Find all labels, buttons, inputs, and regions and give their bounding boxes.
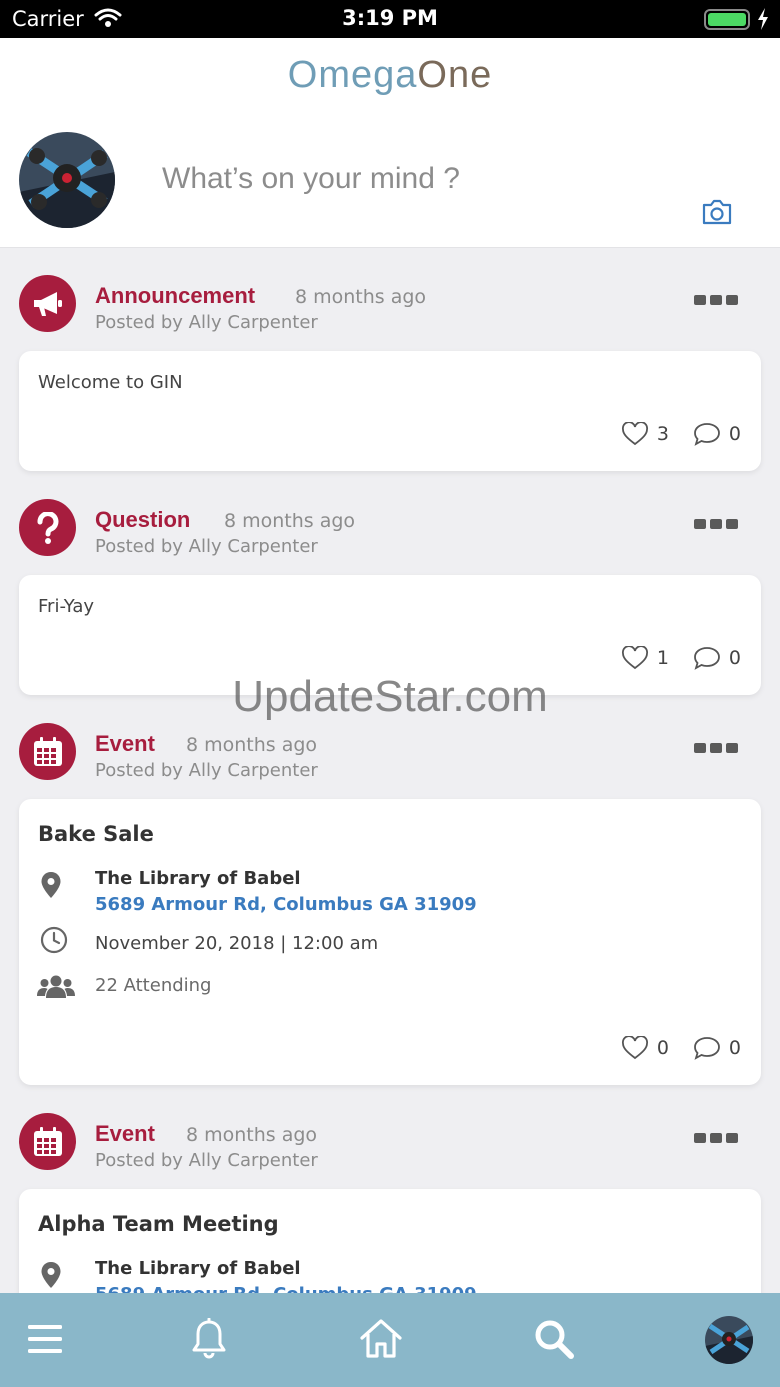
profile-avatar[interactable] xyxy=(705,1316,753,1364)
post-author: Posted by Ally Carpenter xyxy=(95,536,318,557)
clock: 3:19 PM xyxy=(342,6,438,30)
megaphone-icon xyxy=(19,275,76,332)
event-address-link[interactable]: 5689 Armour Rd, Columbus GA 31909 xyxy=(95,1284,477,1293)
location-pin-icon xyxy=(41,872,61,898)
more-options-icon[interactable] xyxy=(694,1133,738,1143)
heart-icon[interactable] xyxy=(621,1036,649,1060)
more-options-icon[interactable] xyxy=(694,295,738,305)
comment-count: 0 xyxy=(728,423,741,445)
like-count: 3 xyxy=(656,423,669,445)
event-venue: The Library of Babel xyxy=(95,868,301,889)
comment-icon[interactable] xyxy=(693,646,721,670)
event-title: Alpha Team Meeting xyxy=(38,1212,279,1236)
app-logo: OmegaOne xyxy=(287,54,493,96)
clock-icon xyxy=(40,926,68,954)
calendar-icon xyxy=(19,723,76,780)
post-header: Event 8 months ago Posted by Ally Carpen… xyxy=(0,1113,780,1193)
camera-icon[interactable] xyxy=(701,198,733,226)
event-address-link[interactable]: 5689 Armour Rd, Columbus GA 31909 xyxy=(95,894,477,915)
post-category: Question xyxy=(95,507,191,532)
bell-icon[interactable] xyxy=(190,1318,228,1360)
charging-icon xyxy=(758,8,768,30)
comment-icon[interactable] xyxy=(693,422,721,446)
like-count: 0 xyxy=(656,1037,669,1059)
post-time: 8 months ago xyxy=(186,734,318,756)
comment-icon[interactable] xyxy=(693,1036,721,1060)
heart-icon[interactable] xyxy=(621,422,649,446)
composer-input[interactable]: What’s on your mind ? xyxy=(162,162,460,196)
post-header: Announcement 8 months ago Posted by Ally… xyxy=(0,275,780,355)
location-pin-icon xyxy=(41,1262,61,1288)
post-body: Welcome to GIN xyxy=(38,372,183,393)
event-card[interactable]: Bake Sale The Library of Babel 5689 Armo… xyxy=(19,799,761,1085)
tab-bar xyxy=(0,1293,780,1387)
post-reactions: 3 0 xyxy=(621,422,741,446)
post-category: Announcement xyxy=(95,283,256,308)
post-card[interactable]: Welcome to GIN 3 0 xyxy=(19,351,761,471)
status-bar: Carrier 3:19 PM xyxy=(0,0,780,38)
attendees-icon xyxy=(37,975,75,998)
post-header: Question 8 months ago Posted by Ally Car… xyxy=(0,499,780,579)
comment-count: 0 xyxy=(728,1037,741,1059)
user-avatar[interactable] xyxy=(19,132,115,228)
event-attending: 22 Attending xyxy=(95,975,212,996)
post-header: Event 8 months ago Posted by Ally Carpen… xyxy=(0,723,780,803)
post-author: Posted by Ally Carpenter xyxy=(95,760,318,781)
post-time: 8 months ago xyxy=(224,510,356,532)
home-icon[interactable] xyxy=(359,1317,403,1359)
post-reactions: 0 0 xyxy=(621,1036,741,1060)
post-category: Event xyxy=(95,1121,155,1146)
event-venue: The Library of Babel xyxy=(95,1258,301,1279)
post-body: Fri-Yay xyxy=(38,596,95,617)
calendar-icon xyxy=(19,1113,76,1170)
heart-icon[interactable] xyxy=(621,646,649,670)
post-reactions: 1 0 xyxy=(621,646,741,670)
post-category: Event xyxy=(95,731,155,756)
like-count: 1 xyxy=(656,647,669,669)
search-icon[interactable] xyxy=(533,1318,575,1360)
menu-icon[interactable] xyxy=(27,1323,63,1355)
post-author: Posted by Ally Carpenter xyxy=(95,312,318,333)
event-datetime: November 20, 2018 | 12:00 am xyxy=(95,933,379,954)
battery-icon xyxy=(704,9,750,30)
feed: Announcement 8 months ago Posted by Ally… xyxy=(0,249,780,1293)
post-time: 8 months ago xyxy=(186,1124,318,1146)
more-options-icon[interactable] xyxy=(694,743,738,753)
question-icon xyxy=(19,499,76,556)
event-title: Bake Sale xyxy=(38,822,154,846)
post-time: 8 months ago xyxy=(295,286,427,308)
watermark: UpdateStar.com xyxy=(232,672,548,721)
more-options-icon[interactable] xyxy=(694,519,738,529)
header: OmegaOne What’s on your mind ? xyxy=(0,38,780,248)
comment-count: 0 xyxy=(728,647,741,669)
event-card[interactable]: Alpha Team Meeting The Library of Babel … xyxy=(19,1189,761,1293)
post-author: Posted by Ally Carpenter xyxy=(95,1150,318,1171)
